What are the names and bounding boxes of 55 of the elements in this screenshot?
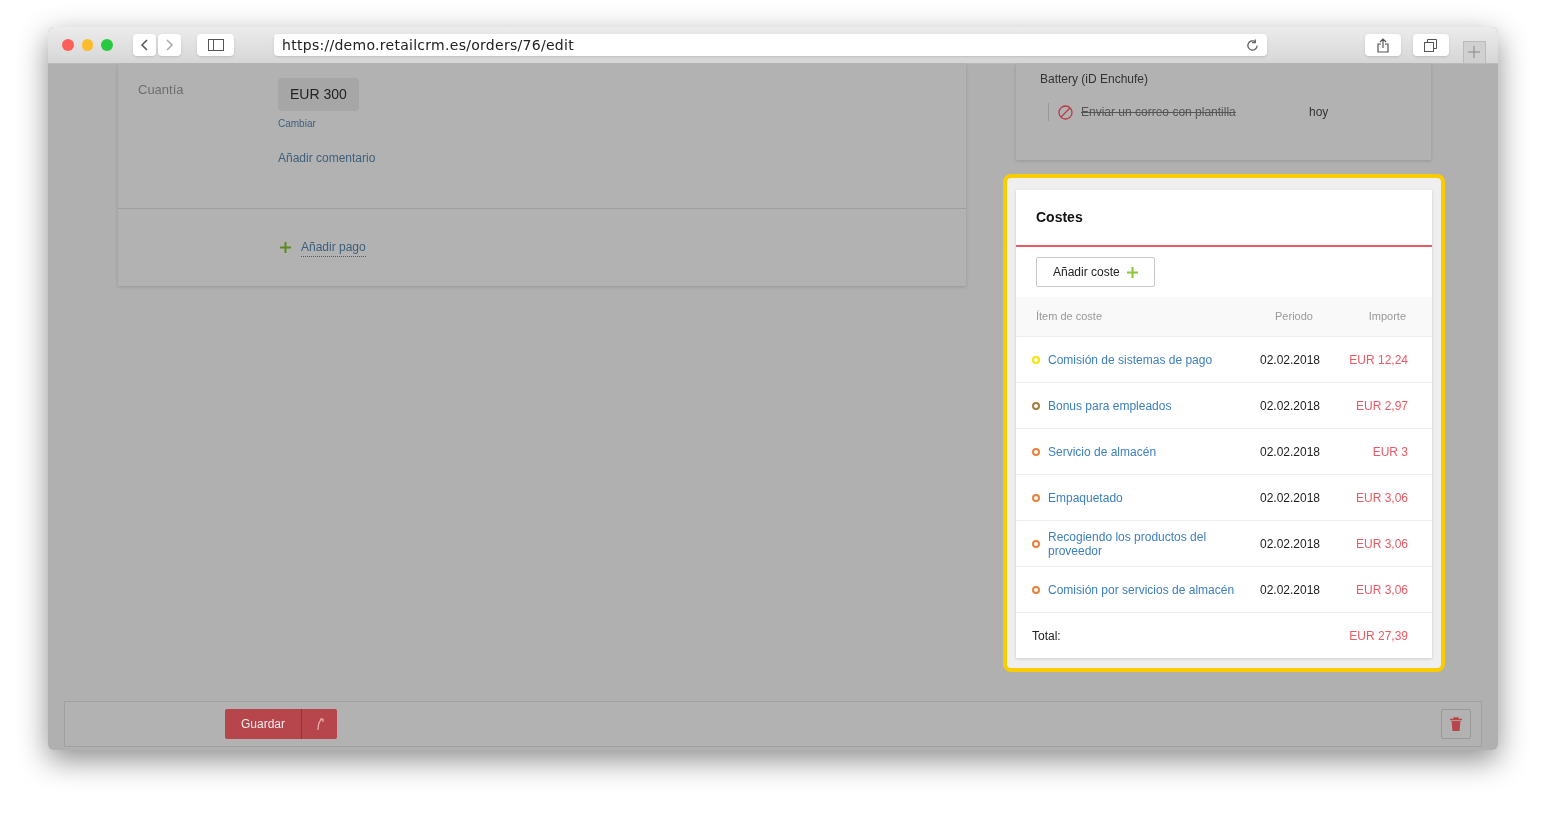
period-cell-text: 02.02.2018	[1258, 443, 1322, 461]
period-cell-text: 02.02.2018	[1258, 535, 1322, 553]
period-cell-text: 02.02.2018	[1258, 581, 1322, 599]
add-payment-link[interactable]: Añadir pago	[301, 238, 366, 257]
tabs-button[interactable]	[1412, 34, 1449, 56]
delete-button[interactable]	[1441, 709, 1471, 739]
column-header: Ítem de coste	[1035, 309, 1104, 325]
sidebar-icon	[207, 39, 224, 51]
curved-arrow-icon	[314, 717, 325, 731]
cost-item-link[interactable]: Comisión por servicios de almacén	[1048, 582, 1235, 597]
chevron-right-icon	[165, 39, 174, 51]
back-button[interactable]	[132, 34, 157, 56]
cost-item-link[interactable]: Empaquetado	[1048, 490, 1123, 505]
panel-title: Costes	[1036, 208, 1083, 227]
amount-cell-text: EUR 2,97	[1354, 397, 1408, 415]
cost-item-link[interactable]: Servicio de almacén	[1048, 444, 1157, 459]
card-title: Battery (iD Enchufe)	[1040, 72, 1149, 86]
amount-cell-text: EUR 3	[1371, 443, 1408, 461]
column-header: Importe	[1367, 309, 1406, 325]
amount-cell-text: EUR 3,06	[1354, 535, 1408, 553]
address-bar[interactable]: https://demo.retailcrm.es/orders/76/edit	[274, 34, 1268, 56]
plus-icon	[280, 242, 291, 253]
maximize-window-icon[interactable]	[101, 39, 113, 51]
reload-icon[interactable]	[1246, 38, 1260, 52]
amount-cell-text: EUR 12,24	[1348, 351, 1408, 369]
cost-item-link[interactable]: Bonus para empleados	[1048, 398, 1172, 413]
period-cell-text: 02.02.2018	[1258, 397, 1322, 415]
period-cell-text: 02.02.2018	[1258, 351, 1322, 369]
url-text: https://demo.retailcrm.es/orders/76/edit	[282, 35, 575, 55]
forward-button[interactable]	[158, 34, 182, 56]
cost-item-link[interactable]: Comisión de sistemas de pago	[1048, 352, 1213, 367]
close-window-icon[interactable]	[62, 39, 74, 51]
amount-badge: EUR 300	[278, 78, 359, 111]
new-tab-button[interactable]	[1462, 40, 1486, 64]
change-link[interactable]: Cambiar	[278, 116, 316, 131]
share-icon	[1377, 37, 1389, 53]
plus-icon	[1126, 266, 1138, 278]
total-label: Total:	[1031, 627, 1062, 645]
field-label: Cuantía	[138, 81, 185, 99]
plus-icon	[1468, 46, 1481, 58]
tabs-icon	[1424, 38, 1438, 52]
sidebar-button[interactable]	[197, 34, 235, 56]
add-comment-link[interactable]: Añadir comentario	[278, 149, 376, 167]
amount-cell-text: EUR 3,06	[1354, 489, 1408, 507]
total-amount: EUR 27,39	[1348, 627, 1408, 645]
amount-cell-text: EUR 3,06	[1354, 581, 1408, 599]
column-header: Periodo	[1274, 309, 1314, 325]
share-button[interactable]	[1365, 34, 1401, 56]
add-cost-button[interactable]: Añadir coste	[1036, 257, 1155, 287]
period-cell-text: 02.02.2018	[1258, 489, 1322, 507]
task-text: Enviar un correo con plantilla	[1081, 104, 1237, 121]
cost-item-link[interactable]: Recogiendo los productos del proveedor	[1048, 529, 1248, 558]
trash-icon	[1450, 717, 1462, 731]
chevron-left-icon	[140, 39, 149, 51]
due-date: hoy	[1309, 104, 1329, 121]
